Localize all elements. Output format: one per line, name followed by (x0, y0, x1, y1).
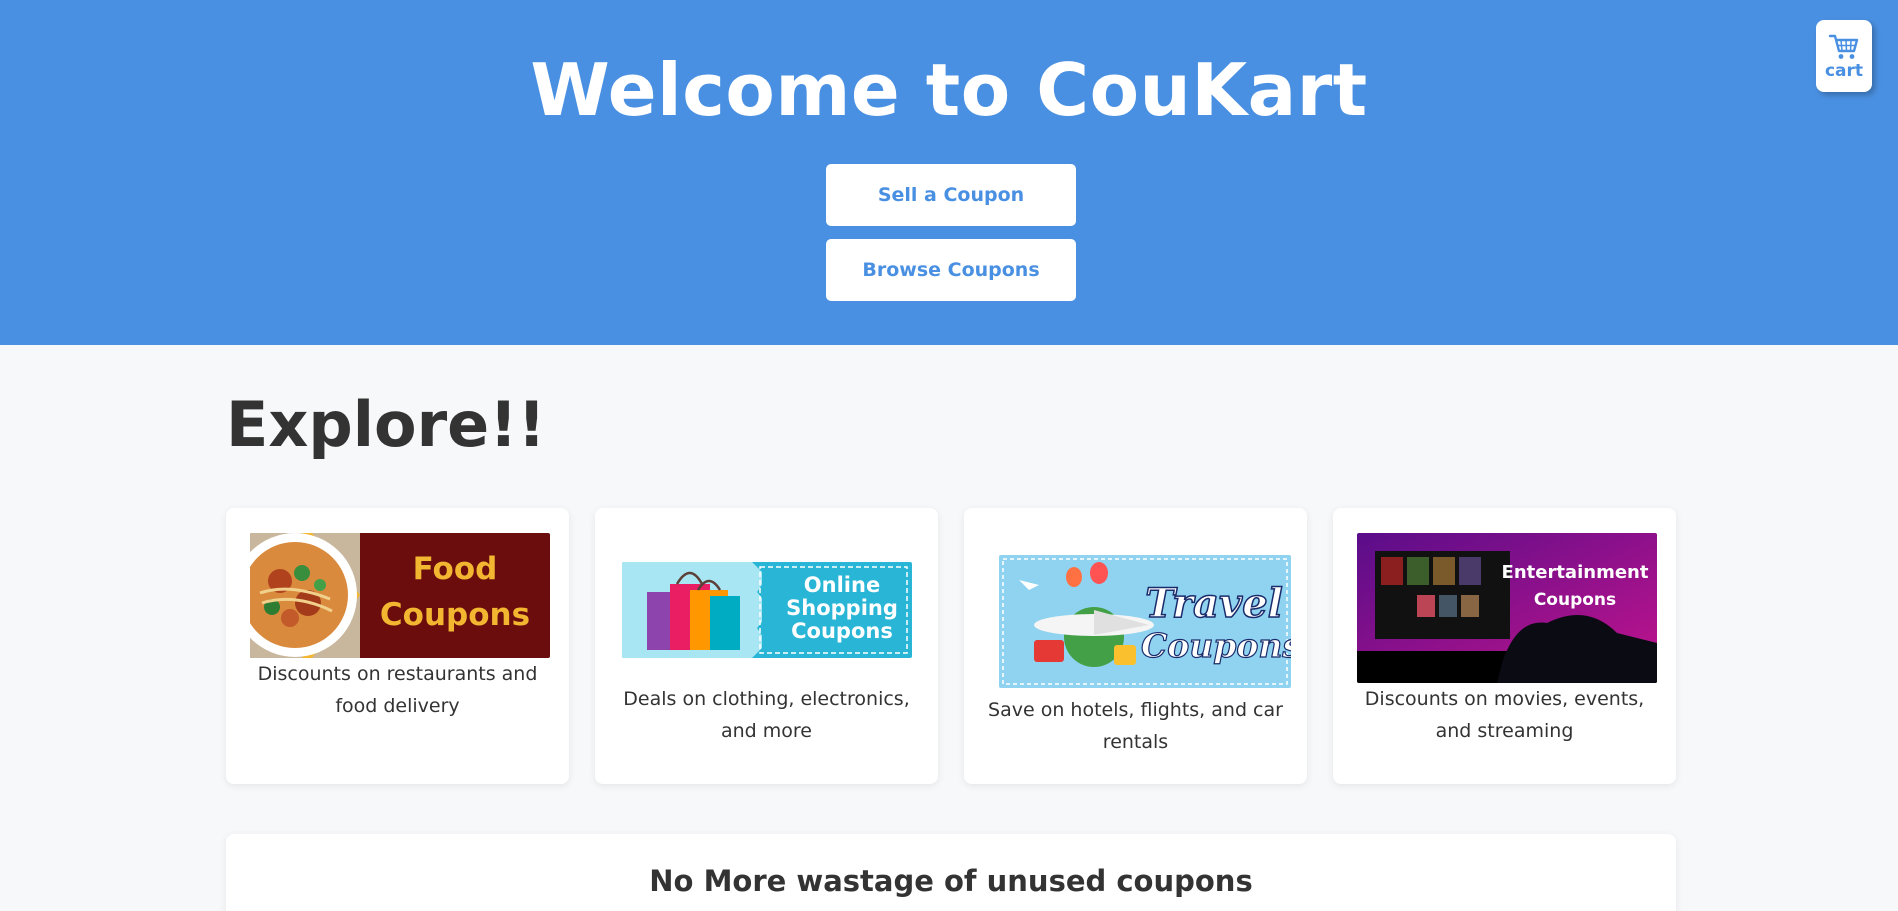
shopping-coupons-description: Deals on clothing, electronics, and more (623, 688, 910, 742)
travel-coupons-card[interactable]: Travel Coupons Save on hotels, flights, … (964, 508, 1307, 784)
shopping-image-text-3: Coupons (791, 619, 893, 643)
entertainment-coupons-description: Discounts on movies, events, and streami… (1364, 688, 1645, 742)
travel-image-text-1: Travel (1145, 580, 1283, 627)
food-coupons-description: Discounts on restaurants and food delive… (257, 663, 538, 717)
hero-header: Welcome to CouKart Sell a Coupon Browse … (0, 0, 1898, 345)
cart-button[interactable]: cart (1816, 20, 1872, 92)
sell-coupon-button[interactable]: Sell a Coupon (826, 164, 1076, 226)
banner-heading: No More wastage of unused coupons (649, 864, 1253, 898)
info-banner: No More wastage of unused coupons (226, 834, 1676, 911)
shopping-image-text-2: Shopping (786, 596, 898, 620)
food-coupons-card[interactable]: Food Coupons Discounts on restaurants an… (226, 508, 569, 784)
food-coupons-image: Food Coupons (250, 533, 550, 658)
travel-coupons-description: Save on hotels, flights, and car rentals (988, 699, 1283, 753)
cart-label: cart (1824, 60, 1864, 81)
entertainment-coupons-image: Entertainment Coupons (1357, 533, 1657, 683)
shopping-coupons-card[interactable]: Online Shopping Coupons Deals on clothin… (595, 508, 938, 784)
entertainment-image-text-2: Coupons (1534, 590, 1616, 610)
travel-image-text-2: Coupons (1141, 626, 1291, 665)
shopping-image-text-1: Online (804, 573, 880, 597)
shopping-cart-icon (1828, 34, 1859, 59)
browse-coupons-button[interactable]: Browse Coupons (826, 239, 1076, 301)
food-image-text-1: Food (413, 551, 498, 587)
entertainment-coupons-card[interactable]: Entertainment Coupons Discounts on movie… (1333, 508, 1676, 784)
entertainment-image-text-1: Entertainment (1502, 562, 1649, 583)
explore-heading: Explore!! (226, 388, 546, 461)
food-image-text-2: Coupons (380, 597, 530, 633)
travel-coupons-image: Travel Coupons (999, 555, 1291, 688)
shopping-coupons-image: Online Shopping Coupons (622, 562, 912, 658)
page-title: Welcome to CouKart (530, 48, 1368, 132)
